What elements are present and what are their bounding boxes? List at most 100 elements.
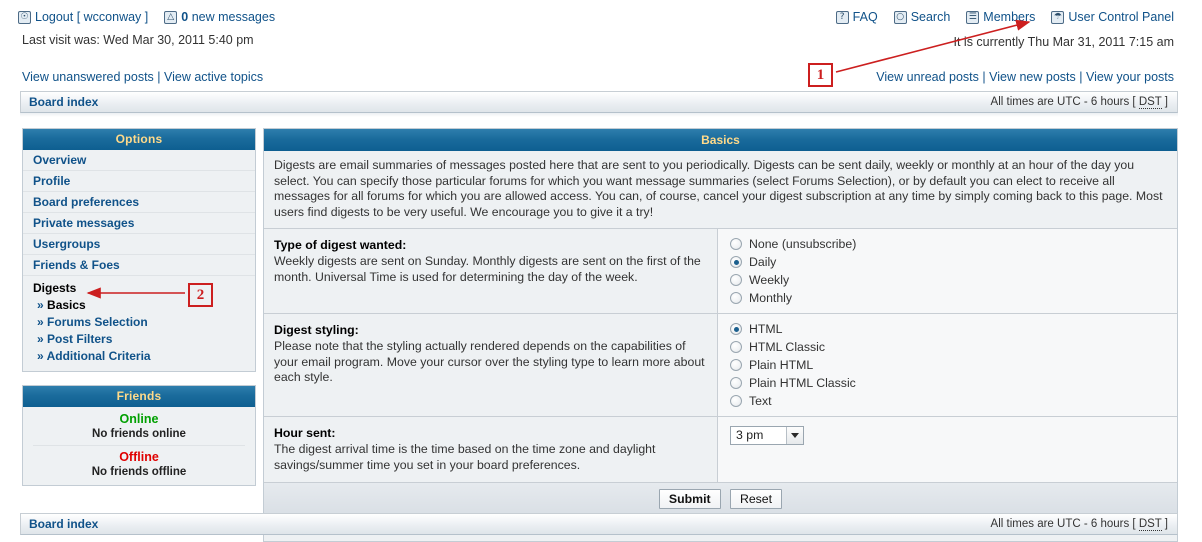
- radio-styling-plain-html-label: Plain HTML: [749, 358, 813, 372]
- radio-styling-text[interactable]: Text: [730, 392, 1177, 410]
- sidebar-item-digests-label[interactable]: Digests: [33, 280, 255, 297]
- logout-icon: ☉: [18, 11, 31, 24]
- radio-digest-type-none[interactable]: None (unsubscribe): [730, 235, 1177, 253]
- digest-styling-label: Digest styling: Please note that the sty…: [264, 314, 718, 416]
- sidebar-item-board-preferences[interactable]: Board preferences: [23, 192, 255, 213]
- dst-label-bottom[interactable]: DST: [1139, 518, 1162, 531]
- sidebar-subitem-additional-criteria[interactable]: » Additional Criteria: [33, 348, 255, 365]
- sidebar-item-profile-label[interactable]: Profile: [33, 174, 70, 188]
- radio-digest-type-weekly-label: Weekly: [749, 273, 789, 287]
- radio-styling-html[interactable]: HTML: [730, 320, 1177, 338]
- sidebar-subitem-forums-selection-label: Forums Selection: [47, 315, 148, 329]
- digest-styling-options: HTML HTML Classic Plain HTML Plain HTML …: [718, 314, 1177, 416]
- bar-shadow-top: [20, 113, 1178, 117]
- radio-icon[interactable]: [730, 377, 742, 389]
- radio-styling-text-label: Text: [749, 394, 772, 408]
- radio-icon[interactable]: [730, 274, 742, 286]
- hour-sent-control: 3 pm: [718, 417, 1177, 482]
- hour-sent-selected-value: 3 pm: [731, 427, 786, 444]
- radio-digest-type-monthly[interactable]: Monthly: [730, 289, 1177, 307]
- sidebar-item-friends-and-foes-label[interactable]: Friends & Foes: [33, 258, 120, 272]
- members-icon: ☰: [966, 11, 979, 24]
- form-actions: Submit Reset: [264, 483, 1177, 516]
- new-messages-count: 0: [181, 10, 188, 24]
- sidebar-item-private-messages-label[interactable]: Private messages: [33, 216, 134, 230]
- breadcrumb-board-index-top[interactable]: Board index: [29, 95, 98, 109]
- timezone-text-top: All times are UTC - 6 hours [ DST ]: [991, 96, 1168, 108]
- last-visit-text: Last visit was: Wed Mar 30, 2011 5:40 pm: [22, 33, 254, 47]
- search-icon: ○: [894, 11, 907, 24]
- sidebar-subitem-additional-criteria-label: Additional Criteria: [47, 349, 151, 363]
- sidebar-item-board-preferences-label[interactable]: Board preferences: [33, 195, 139, 209]
- view-unread-posts-link[interactable]: View unread posts: [876, 70, 979, 84]
- chevron-icon: »: [37, 332, 44, 346]
- radio-icon[interactable]: [730, 395, 742, 407]
- logout-link[interactable]: ☉ Logout [ wcconway ]: [18, 10, 148, 24]
- breadcrumb-board-index-bottom[interactable]: Board index: [29, 517, 98, 531]
- chevron-icon: »: [37, 315, 44, 329]
- timezone-suffix: ]: [1162, 518, 1168, 530]
- sidebar-item-friends-and-foes[interactable]: Friends & Foes: [23, 255, 255, 276]
- radio-icon[interactable]: [730, 292, 742, 304]
- form-row-digest-styling: Digest styling: Please note that the sty…: [264, 314, 1177, 417]
- annotation-marker-2: 2: [188, 283, 213, 307]
- radio-icon[interactable]: [730, 341, 742, 353]
- view-unanswered-posts-link[interactable]: View unanswered posts: [22, 70, 154, 84]
- nav-user-control-panel[interactable]: ☂ User Control Panel: [1051, 10, 1174, 24]
- friends-offline-label: Offline: [23, 449, 255, 465]
- submit-button[interactable]: Submit: [659, 489, 721, 509]
- dst-label-top[interactable]: DST: [1139, 96, 1162, 109]
- view-new-posts-link[interactable]: View new posts: [989, 70, 1076, 84]
- current-time-text: It is currently Thu Mar 31, 2011 7:15 am: [954, 35, 1174, 49]
- link-separator: |: [982, 70, 985, 84]
- radio-digest-type-weekly[interactable]: Weekly: [730, 271, 1177, 289]
- new-messages-text: new messages: [192, 10, 275, 24]
- faq-icon: ?: [836, 11, 849, 24]
- hour-sent-select[interactable]: 3 pm: [730, 426, 804, 445]
- friends-panel: Friends Online No friends online Offline…: [22, 385, 256, 486]
- sidebar-subitem-forums-selection[interactable]: » Forums Selection: [33, 314, 255, 331]
- quicklinks-right: View unread posts | View new posts | Vie…: [876, 70, 1174, 84]
- radio-icon[interactable]: [730, 359, 742, 371]
- hour-sent-label: Hour sent: The digest arrival time is th…: [264, 417, 718, 482]
- radio-styling-html-classic[interactable]: HTML Classic: [730, 338, 1177, 356]
- header-right-nav: ? FAQ ○ Search ☰ Members ☂ User Control …: [836, 10, 1174, 24]
- timezone-prefix: All times are UTC - 6 hours [: [991, 96, 1139, 108]
- new-messages-link[interactable]: △ 0 new messages: [164, 10, 275, 24]
- sidebar: Options Overview Profile Board preferenc…: [22, 128, 256, 486]
- main-panel-title: Basics: [264, 129, 1177, 151]
- sidebar-item-overview[interactable]: Overview: [23, 150, 255, 171]
- chevron-icon: »: [37, 349, 44, 363]
- friends-divider: [33, 445, 245, 446]
- radio-digest-type-daily[interactable]: Daily: [730, 253, 1177, 271]
- radio-styling-plain-html-classic-label: Plain HTML Classic: [749, 376, 856, 390]
- sidebar-item-usergroups[interactable]: Usergroups: [23, 234, 255, 255]
- radio-icon-selected[interactable]: [730, 323, 742, 335]
- sidebar-subitem-basics[interactable]: » Basics: [33, 297, 255, 314]
- radio-styling-html-label: HTML: [749, 322, 782, 336]
- chevron-down-icon[interactable]: [786, 427, 803, 444]
- sidebar-item-overview-label[interactable]: Overview: [33, 153, 86, 167]
- nav-search[interactable]: ○ Search: [894, 10, 951, 24]
- reset-button[interactable]: Reset: [730, 489, 782, 509]
- header-left-links: ☉ Logout [ wcconway ] △ 0 new messages: [18, 10, 275, 24]
- radio-icon-selected[interactable]: [730, 256, 742, 268]
- sidebar-subitem-post-filters[interactable]: » Post Filters: [33, 331, 255, 348]
- nav-members[interactable]: ☰ Members: [966, 10, 1035, 24]
- annotation-marker-1: 1: [808, 63, 833, 87]
- friends-panel-title: Friends: [23, 386, 255, 407]
- view-your-posts-link[interactable]: View your posts: [1086, 70, 1174, 84]
- nav-members-label: Members: [983, 10, 1035, 24]
- quicklinks-left: View unanswered posts | View active topi…: [22, 70, 263, 84]
- nav-faq[interactable]: ? FAQ: [836, 10, 878, 24]
- sidebar-item-usergroups-label[interactable]: Usergroups: [33, 237, 100, 251]
- page-header: ☉ Logout [ wcconway ] △ 0 new messages ?…: [0, 0, 1202, 88]
- sidebar-item-private-messages[interactable]: Private messages: [23, 213, 255, 234]
- link-separator: |: [157, 70, 160, 84]
- breadcrumb-bar-top: Board index All times are UTC - 6 hours …: [20, 91, 1178, 113]
- radio-icon[interactable]: [730, 238, 742, 250]
- sidebar-item-profile[interactable]: Profile: [23, 171, 255, 192]
- radio-styling-plain-html-classic[interactable]: Plain HTML Classic: [730, 374, 1177, 392]
- radio-styling-plain-html[interactable]: Plain HTML: [730, 356, 1177, 374]
- view-active-topics-link[interactable]: View active topics: [164, 70, 263, 84]
